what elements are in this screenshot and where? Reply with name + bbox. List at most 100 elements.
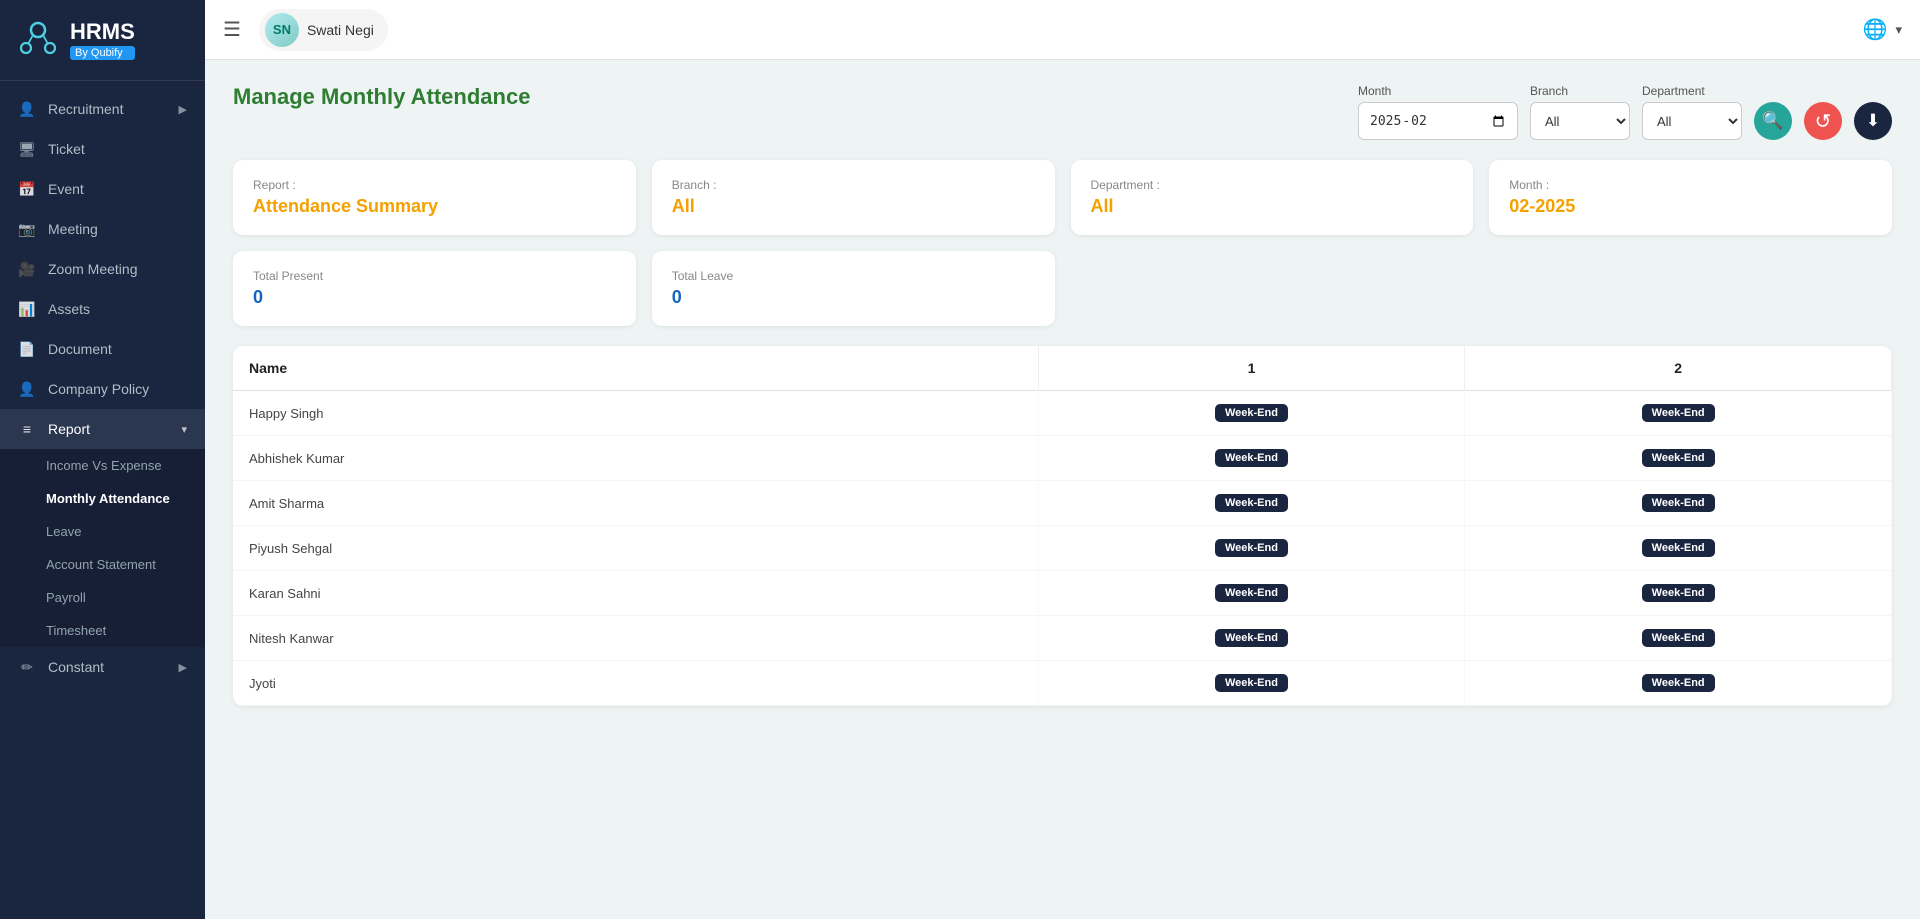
branch-card-value: All	[672, 196, 1035, 217]
cell-name: Happy Singh	[233, 391, 1038, 436]
event-icon: 📅	[18, 180, 36, 198]
cell-day2: Week-End	[1465, 481, 1892, 526]
topbar: ☰ SN Swati Negi 🌐 ▾	[205, 0, 1920, 60]
report-subnav: Income Vs Expense Monthly Attendance Lea…	[0, 449, 205, 647]
department-card-value: All	[1091, 196, 1454, 217]
table-row: Amit Sharma Week-End Week-End	[233, 481, 1892, 526]
department-card-label: Department :	[1091, 178, 1454, 192]
assets-label: Assets	[48, 301, 90, 317]
download-button[interactable]: ⬇	[1854, 102, 1892, 140]
month-input[interactable]	[1358, 102, 1518, 140]
sidebar-item-recruitment[interactable]: 👤 Recruitment ▶	[0, 89, 205, 129]
sidebar-item-constant[interactable]: ✏ Constant ▶	[0, 647, 205, 687]
page-title: Manage Monthly Attendance	[233, 84, 530, 110]
subnav-leave[interactable]: Leave	[0, 515, 205, 548]
recruitment-icon: 👤	[18, 100, 36, 118]
user-chip[interactable]: SN Swati Negi	[259, 9, 388, 51]
recruitment-label: Recruitment	[48, 101, 123, 117]
cell-name: Abhishek Kumar	[233, 436, 1038, 481]
cell-day1: Week-End	[1038, 571, 1465, 616]
report-label: Report	[48, 421, 90, 437]
total-present-card: Total Present 0	[233, 251, 636, 326]
sidebar-item-zoom-meeting[interactable]: 🎥 Zoom Meeting	[0, 249, 205, 289]
constant-arrow: ▶	[179, 661, 187, 674]
month-card-value: 02-2025	[1509, 196, 1872, 217]
table-row: Jyoti Week-End Week-End	[233, 661, 1892, 706]
globe-icon[interactable]: 🌐	[1863, 17, 1888, 42]
meeting-icon: 📷	[18, 220, 36, 238]
cell-day2: Week-End	[1465, 526, 1892, 571]
user-name: Swati Negi	[307, 22, 374, 38]
subnav-monthly-attendance[interactable]: Monthly Attendance	[0, 482, 205, 515]
month-filter-label: Month	[1358, 84, 1518, 98]
subnav-timesheet[interactable]: Timesheet	[0, 614, 205, 647]
logo-area: HRMS By Qubify	[0, 0, 205, 81]
cell-name: Karan Sahni	[233, 571, 1038, 616]
constant-icon: ✏	[18, 658, 36, 676]
sidebar-item-document[interactable]: 📄 Document	[0, 329, 205, 369]
month-card: Month : 02-2025	[1489, 160, 1892, 235]
company-policy-label: Company Policy	[48, 381, 149, 397]
col-name: Name	[233, 346, 1038, 391]
reset-button[interactable]: ↺	[1804, 102, 1842, 140]
recruitment-arrow: ▶	[179, 103, 187, 116]
sidebar-item-assets[interactable]: 📊 Assets	[0, 289, 205, 329]
cell-day2: Week-End	[1465, 391, 1892, 436]
summary-cards-row: Total Present 0 Total Leave 0	[233, 251, 1892, 326]
cell-day1: Week-End	[1038, 661, 1465, 706]
subnav-account-statement[interactable]: Account Statement	[0, 548, 205, 581]
ticket-icon: 🖥	[18, 140, 36, 158]
report-card: Report : Attendance Summary	[233, 160, 636, 235]
attendance-table: Name 1 2 Happy Singh Week-End Week-End A…	[233, 346, 1892, 706]
branch-filter-group: Branch All	[1530, 84, 1630, 140]
department-select[interactable]: All	[1642, 102, 1742, 140]
company-policy-icon: 👤	[18, 380, 36, 398]
branch-filter-label: Branch	[1530, 84, 1630, 98]
branch-select[interactable]: All	[1530, 102, 1630, 140]
sidebar-item-report[interactable]: ≡ Report ▾	[0, 409, 205, 449]
cell-name: Amit Sharma	[233, 481, 1038, 526]
document-icon: 📄	[18, 340, 36, 358]
table-row: Happy Singh Week-End Week-End	[233, 391, 1892, 436]
total-leave-value: 0	[672, 287, 1035, 308]
zoom-label: Zoom Meeting	[48, 261, 137, 277]
total-leave-label: Total Leave	[672, 269, 1035, 283]
col-1: 1	[1038, 346, 1465, 391]
info-cards-row: Report : Attendance Summary Branch : All…	[233, 160, 1892, 235]
topbar-right: 🌐 ▾	[1863, 17, 1902, 42]
cell-day2: Week-End	[1465, 436, 1892, 481]
sidebar: HRMS By Qubify 👤 Recruitment ▶ 🖥 Ticket …	[0, 0, 205, 919]
topbar-chevron-icon[interactable]: ▾	[1895, 22, 1902, 38]
hrms-logo-icon	[16, 18, 60, 62]
meeting-label: Meeting	[48, 221, 98, 237]
sidebar-item-meeting[interactable]: 📷 Meeting	[0, 209, 205, 249]
page-header: Manage Monthly Attendance Month Branch A…	[233, 84, 1892, 140]
sidebar-item-ticket[interactable]: 🖥 Ticket	[0, 129, 205, 169]
cell-day1: Week-End	[1038, 481, 1465, 526]
subnav-income-vs-expense[interactable]: Income Vs Expense	[0, 449, 205, 482]
content-area: Manage Monthly Attendance Month Branch A…	[205, 60, 1920, 919]
table-row: Piyush Sehgal Week-End Week-End	[233, 526, 1892, 571]
table-row: Nitesh Kanwar Week-End Week-End	[233, 616, 1892, 661]
total-leave-card: Total Leave 0	[652, 251, 1055, 326]
cell-name: Jyoti	[233, 661, 1038, 706]
document-label: Document	[48, 341, 112, 357]
sidebar-navigation: 👤 Recruitment ▶ 🖥 Ticket 📅 Event 📷 Meeti…	[0, 81, 205, 919]
sidebar-item-event[interactable]: 📅 Event	[0, 169, 205, 209]
col-2: 2	[1465, 346, 1892, 391]
table-header-row: Name 1 2	[233, 346, 1892, 391]
cell-day1: Week-End	[1038, 436, 1465, 481]
subnav-payroll[interactable]: Payroll	[0, 581, 205, 614]
search-button[interactable]: 🔍	[1754, 102, 1792, 140]
zoom-icon: 🎥	[18, 260, 36, 278]
logo-sub-label: By Qubify	[70, 46, 135, 60]
hamburger-button[interactable]: ☰	[223, 17, 241, 42]
cell-day2: Week-End	[1465, 661, 1892, 706]
sidebar-item-company-policy[interactable]: 👤 Company Policy	[0, 369, 205, 409]
event-label: Event	[48, 181, 84, 197]
main-area: ☰ SN Swati Negi 🌐 ▾ Manage Monthly Atten…	[205, 0, 1920, 919]
table-row: Karan Sahni Week-End Week-End	[233, 571, 1892, 616]
ticket-label: Ticket	[48, 141, 85, 157]
department-filter-label: Department	[1642, 84, 1742, 98]
cell-day2: Week-End	[1465, 616, 1892, 661]
